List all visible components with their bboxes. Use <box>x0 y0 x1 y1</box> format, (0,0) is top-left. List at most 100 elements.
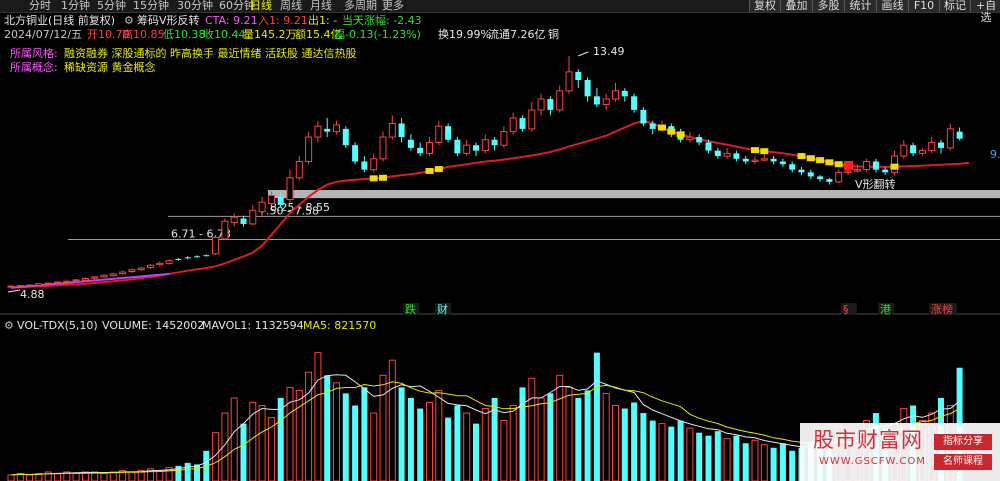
volume-bar <box>789 450 796 481</box>
volume-value: VOLUME: 1452002 <box>102 319 205 332</box>
candle-body <box>267 194 275 205</box>
candle-body <box>435 125 443 143</box>
volume-bar <box>305 371 313 481</box>
volume-bar <box>445 417 452 481</box>
candle-body <box>537 98 545 111</box>
volume-bar <box>733 435 740 481</box>
ma5-value: MA5: 821570 <box>303 319 377 332</box>
volume-bar <box>631 402 638 481</box>
right-edge-price: 9. <box>990 148 1000 161</box>
candle-body <box>44 282 52 285</box>
candle-body <box>714 150 721 157</box>
watermark-tag-share: 指标分享 <box>934 434 992 450</box>
volume-bar <box>388 359 396 481</box>
volume-bar <box>686 427 694 481</box>
candle-body <box>723 152 731 157</box>
ma-signal-marker <box>667 128 676 135</box>
candle-body <box>696 137 703 143</box>
volume-indicator-name[interactable]: VOL-TDX(5,10) <box>17 319 98 332</box>
candle-body <box>621 90 628 97</box>
candle-body <box>426 141 433 154</box>
candle-body <box>602 98 610 105</box>
candle-body <box>817 176 824 180</box>
candle-body <box>872 161 879 170</box>
candle-body <box>240 218 247 224</box>
ma-signal-marker <box>806 155 815 162</box>
candle-body <box>314 125 322 138</box>
candle-body <box>333 124 340 133</box>
volume-bar <box>760 444 768 481</box>
volume-bar <box>72 472 80 481</box>
ma-purple-segment <box>10 272 170 289</box>
candle-body <box>519 118 526 129</box>
stock-title: 北方铜业(日线 前复权) <box>4 14 116 27</box>
candle-body <box>612 90 619 100</box>
candle-body <box>249 209 257 225</box>
volume-bar <box>723 438 731 481</box>
candle-body <box>509 117 517 133</box>
ma-signal-marker <box>890 163 899 170</box>
candle-body <box>7 285 15 288</box>
close-price: 收10.44 <box>203 28 246 41</box>
candle-body <box>863 160 871 171</box>
candle-body <box>770 158 777 162</box>
volume-bar <box>612 405 619 481</box>
candle-body <box>463 144 471 154</box>
volume-bar <box>705 435 712 481</box>
candle-body <box>388 122 396 138</box>
volume-bar <box>426 401 433 481</box>
volume-bar <box>435 389 443 481</box>
volume-bar <box>398 387 405 481</box>
volume-amount: 量145.2万 <box>243 28 297 41</box>
candle-body <box>910 145 917 154</box>
volume-menu-icon[interactable]: ⚙ <box>4 319 14 332</box>
candle-body <box>72 279 80 282</box>
volume-bar <box>742 443 749 481</box>
candle-body <box>63 280 71 283</box>
candle-body <box>900 144 908 157</box>
candle-body <box>128 269 136 272</box>
ma-signal-marker <box>369 175 378 182</box>
volume-bar <box>519 387 526 481</box>
ma-signal-marker <box>425 168 434 174</box>
style-value: 融资融券 深股通标的 昨高换手 最近情绪 活跃股 通达信热股 <box>64 47 357 60</box>
candle-body <box>454 139 461 154</box>
turnover-rate: 换19.99% <box>438 28 491 41</box>
candle-body <box>584 80 591 97</box>
candle-body <box>481 139 489 152</box>
candle-body <box>491 139 498 146</box>
high-pointer <box>578 51 589 57</box>
volume-bar <box>565 386 573 481</box>
volume-bar <box>696 432 703 481</box>
volume-bar <box>463 412 471 481</box>
candle-body <box>779 161 786 165</box>
ma-signal-marker <box>797 153 806 160</box>
float-cap: 流通7.26亿 <box>488 28 546 41</box>
volume-bar <box>677 420 684 481</box>
volume-bar <box>509 405 517 481</box>
candle-body <box>733 153 740 159</box>
candle-body <box>556 90 564 111</box>
candle-body <box>109 273 117 277</box>
candle-body <box>705 142 712 151</box>
candle-body <box>137 267 145 271</box>
candle-body <box>835 171 843 183</box>
volume-bar <box>575 397 582 481</box>
indicator-name[interactable]: 筹码V形反转 <box>137 14 200 27</box>
candle-body <box>473 145 479 151</box>
watermark-url: WWW.GSCFW.COM <box>819 456 926 467</box>
candle-body <box>379 136 387 160</box>
candle-body <box>295 160 303 179</box>
candle-body <box>398 123 405 138</box>
candle-body <box>221 220 229 240</box>
date-label: 2024/07/12/五 <box>4 28 83 41</box>
candle-body <box>184 257 191 259</box>
volume-bar <box>668 426 675 481</box>
watermark-title: 股市财富网 <box>813 428 923 452</box>
candle-body <box>807 172 814 177</box>
indicator-gear-icon[interactable]: ⚙ <box>124 14 134 27</box>
candle-body <box>928 141 936 152</box>
low-price-label: 4.88 <box>20 288 45 301</box>
candle-body <box>361 161 368 170</box>
volume-bar <box>379 374 387 481</box>
